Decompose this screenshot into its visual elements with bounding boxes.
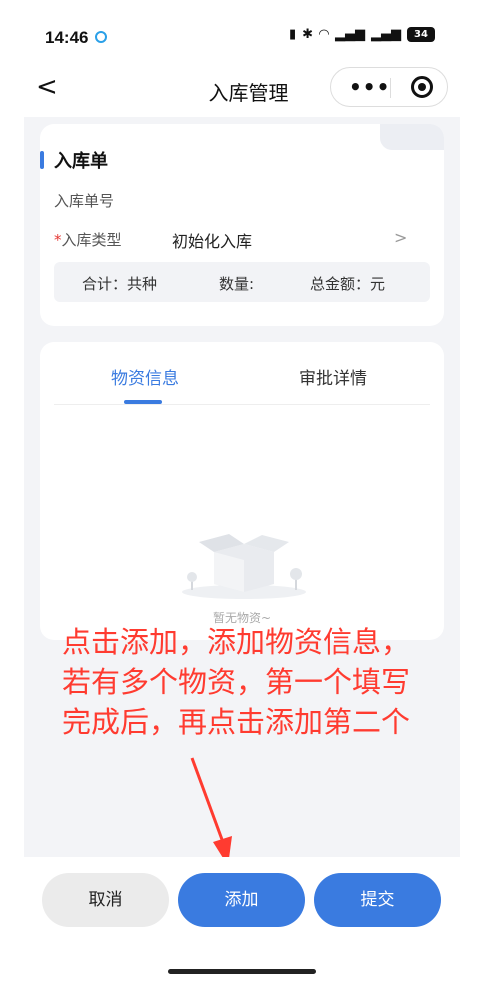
inbound-type-label-text: 入库类型	[61, 231, 122, 249]
bluetooth-icon: ✱	[302, 27, 313, 42]
home-indicator[interactable]	[168, 969, 316, 974]
annotation-line-3: 完成后，再点击添加第二个	[62, 705, 411, 739]
chevron-right-icon[interactable]: >	[394, 228, 407, 247]
status-time: 14:46	[45, 28, 89, 47]
summary-amount: 总金额：元	[310, 275, 386, 293]
tab-divider	[54, 404, 430, 405]
annotation-line-2: 若有多个物资，第一个填写	[62, 665, 411, 699]
summary-quantity: 数量:	[219, 275, 255, 293]
status-bar: 14:46 ▮ ✱ ◠ ▂▄▆ ▂▄▆ 34	[0, 0, 497, 70]
more-icon[interactable]: •••	[349, 75, 390, 99]
vibrate-icon: ▮	[288, 27, 297, 42]
summary-box: 合计：共种 数量: 总金额：元	[54, 262, 430, 302]
submit-button[interactable]: 提交	[314, 873, 441, 927]
section-title: 入库单	[54, 151, 108, 172]
order-number-label: 入库单号	[54, 192, 115, 210]
close-icon[interactable]	[411, 76, 433, 98]
annotation-line-1: 点击添加，添加物资信息，	[62, 625, 411, 659]
mini-program-capsule: •••	[330, 67, 448, 107]
inbound-type-label: *入库类型	[54, 229, 122, 250]
signal-icon-2: ▂▄▆	[371, 27, 401, 42]
status-icons: ▮ ✱ ◠ ▂▄▆ ▂▄▆ 34	[289, 27, 435, 42]
tab-materials-info[interactable]: 物资信息	[111, 364, 179, 389]
capsule-divider	[390, 78, 391, 98]
summary-total: 合计：共种	[82, 275, 158, 293]
action-bar: 取消 添加 提交	[24, 857, 460, 964]
required-mark: *	[54, 231, 62, 249]
signal-icon: ▂▄▆	[335, 27, 365, 42]
search-status-icon	[95, 31, 107, 43]
cancel-button[interactable]: 取消	[42, 873, 169, 927]
empty-box-icon	[182, 534, 306, 599]
add-button[interactable]: 添加	[178, 873, 305, 927]
nav-bar: < 入库管理 •••	[0, 62, 497, 117]
card-corner-decoration	[380, 124, 444, 150]
annotation-text: 点击添加，添加物资信息， 若有多个物资，第一个填写 完成后，再点击添加第二个	[62, 622, 462, 742]
battery-icon: 34	[407, 27, 435, 42]
wifi-icon: ◠	[319, 27, 329, 42]
materials-card: 物资信息 审批详情 暂无物资~	[40, 342, 444, 640]
inbound-form-card: 入库单 入库单号 *入库类型 初始化入库 > 合计：共种 数量: 总金额：元	[40, 124, 444, 326]
inbound-type-value[interactable]: 初始化入库	[172, 228, 252, 252]
section-header: 入库单	[40, 150, 108, 172]
tab-approval-details[interactable]: 审批详情	[299, 364, 367, 389]
section-marker	[40, 151, 44, 169]
